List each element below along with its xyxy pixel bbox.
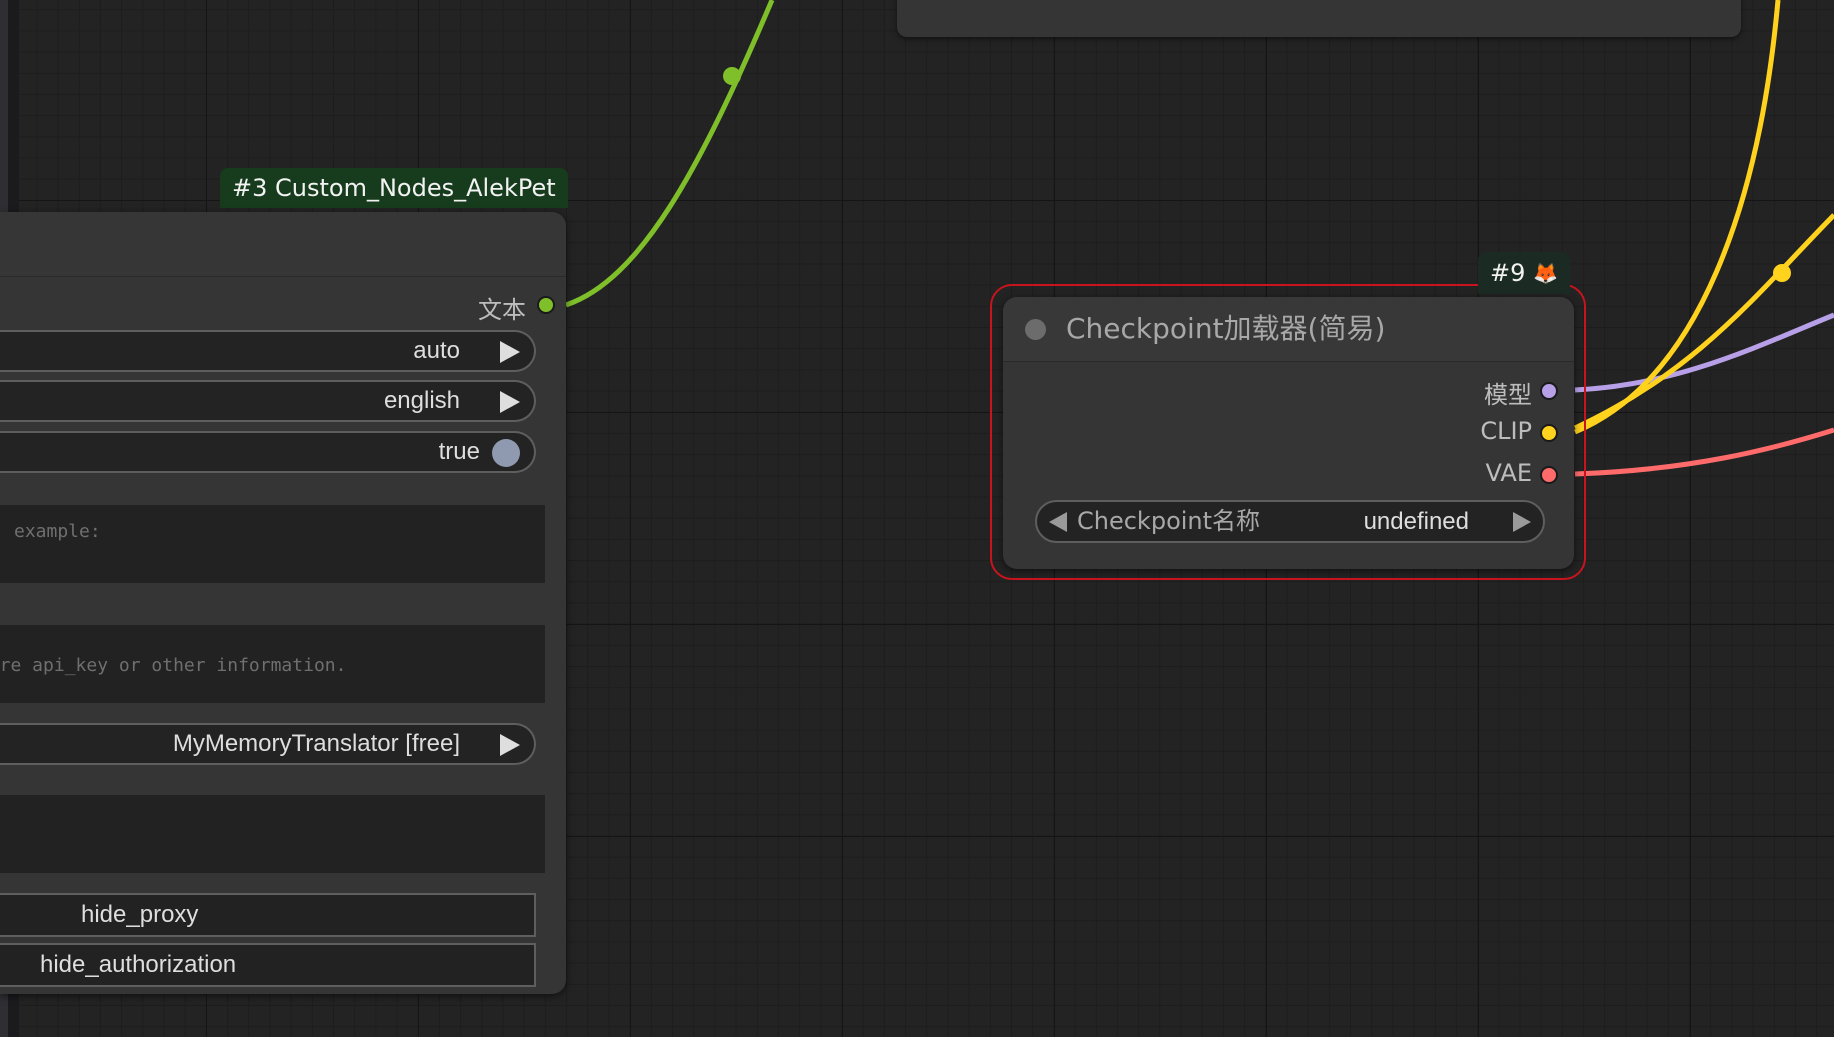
from-language-combo[interactable]: auto (0, 330, 536, 372)
combo-value: MyMemoryTranslator [free] (172, 730, 460, 757)
output-label-model: 模型 (1484, 381, 1532, 409)
node-title-bar[interactable]: Checkpoint加载器(简易) (1003, 297, 1574, 362)
toggle-knob-icon[interactable] (492, 439, 520, 467)
text-placeholder: example: (14, 521, 101, 542)
checkpoint-name-combo[interactable]: Checkpoint名称 undefined (1035, 500, 1545, 543)
toggle-widget[interactable]: true (0, 431, 536, 473)
wire-clip-output[interactable] (1574, 0, 1781, 435)
proxy-input-area[interactable] (0, 795, 545, 873)
checkpoint-loader-node[interactable]: Checkpoint加载器(简易) 模型 CLIP VAE Checkpoint… (1003, 297, 1574, 569)
output-slot-dot[interactable] (537, 296, 555, 314)
collapse-dot-icon[interactable] (1025, 319, 1046, 340)
arrow-right-icon[interactable] (500, 734, 520, 756)
arrow-right-icon[interactable] (500, 391, 520, 413)
fox-icon: 🦊 (1533, 261, 1558, 285)
to-language-combo[interactable]: english (0, 380, 536, 422)
hide-proxy-button[interactable]: hide_proxy (0, 893, 536, 937)
arrow-right-icon[interactable] (1513, 512, 1531, 532)
output-label-clip: CLIP (1480, 417, 1532, 445)
wire-clip-output-2[interactable] (1573, 213, 1834, 431)
output-label-text: 文本 (478, 296, 526, 324)
combo-label: Checkpoint名称 (1077, 507, 1261, 535)
collapsed-node[interactable] (897, 0, 1741, 37)
node-title: Checkpoint加载器(简易) (1066, 312, 1386, 345)
auth-data-input-area[interactable]: uire api_key or other information. (0, 625, 545, 703)
hide-authorization-button[interactable]: hide_authorization (0, 943, 536, 987)
output-slot-clip-dot[interactable] (1540, 424, 1558, 442)
output-slot-model-dot[interactable] (1540, 382, 1558, 400)
node-badge: #9 🦊 (1478, 252, 1570, 294)
arrow-right-icon[interactable] (500, 341, 520, 363)
node-id: #9 (1490, 259, 1526, 287)
output-label-vae: VAE (1485, 459, 1532, 487)
translate-node[interactable]: 文本 auto english true example: uire api_k… (0, 212, 566, 994)
wire-text-output[interactable] (565, 0, 775, 308)
translator-combo[interactable]: MyMemoryTranslator [free] (0, 723, 536, 765)
auth-placeholder: uire api_key or other information. (0, 655, 347, 676)
wire-model-output[interactable] (1574, 312, 1834, 393)
combo-value: undefined (1363, 508, 1469, 535)
wire-reroute-point[interactable] (1773, 264, 1791, 282)
wire-vae-output[interactable] (1574, 427, 1834, 477)
text-input-area[interactable]: example: (0, 505, 545, 583)
wire-reroute-point[interactable] (723, 67, 741, 85)
node-badge: #3 Custom_Nodes_AlekPet (220, 168, 568, 208)
output-slot-vae-dot[interactable] (1540, 466, 1558, 484)
node-title-bar[interactable] (0, 212, 566, 277)
toggle-value: true (438, 438, 480, 465)
combo-value: english (383, 387, 460, 414)
arrow-left-icon[interactable] (1049, 512, 1067, 532)
combo-value: auto (413, 337, 460, 364)
